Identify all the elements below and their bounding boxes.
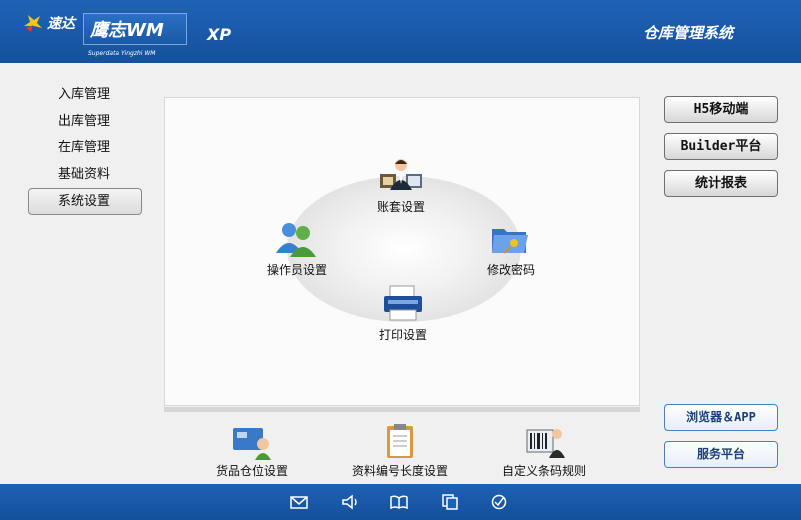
- print-settings-function[interactable]: 打印设置: [379, 284, 427, 343]
- logo-star-icon: [24, 15, 42, 32]
- app-footer: [0, 484, 801, 520]
- brand-name: 速达: [47, 16, 75, 32]
- code-length-label: 资料编号长度设置: [352, 464, 449, 478]
- location-card-icon: [233, 428, 271, 460]
- statistics-report-button[interactable]: 统计报表: [664, 170, 778, 197]
- product-logo: 鹰志WM Superdata Yingzhi WM: [83, 13, 187, 57]
- speaker-icon[interactable]: [341, 494, 359, 510]
- sidebar-item-inbound[interactable]: 入库管理: [28, 82, 142, 109]
- change-password-label: 修改密码: [487, 263, 536, 277]
- goods-location-label: 货品仓位设置: [216, 464, 289, 478]
- book-icon[interactable]: [390, 494, 408, 510]
- barcode-rule-shortcut[interactable]: 自定义条码规则: [502, 422, 586, 479]
- app-header: 速达 鹰志WM Superdata Yingzhi WM XP 仓库管理系统: [0, 0, 801, 63]
- goods-location-shortcut[interactable]: 货品仓位设置: [216, 422, 288, 479]
- change-password-function[interactable]: 修改密码: [487, 219, 535, 278]
- product-name: 鹰志WM: [90, 20, 164, 41]
- folder-key-icon: [492, 229, 528, 254]
- code-length-shortcut[interactable]: 资料编号长度设置: [352, 422, 448, 479]
- system-title: 仓库管理系统: [642, 24, 733, 42]
- barcode-person-icon: [526, 429, 565, 458]
- h5-mobile-button[interactable]: H5移动端: [664, 96, 778, 123]
- check-circle-icon[interactable]: [490, 494, 508, 510]
- shortcut-row: 货品仓位设置 资料编号长度设置 自定义条码规则: [164, 412, 640, 484]
- account-set-label: 账套设置: [377, 200, 426, 214]
- sidebar-item-in-stock[interactable]: 在库管理: [28, 135, 142, 162]
- operators-label: 操作员设置: [267, 263, 328, 277]
- print-settings-label: 打印设置: [379, 328, 428, 342]
- superdata-logo: 速达: [22, 12, 75, 34]
- printer-icon: [384, 285, 422, 321]
- copy-icon[interactable]: [441, 494, 459, 510]
- operators-function[interactable]: 操作员设置: [267, 219, 327, 278]
- product-subtitle: Superdata Yingzhi WM: [88, 50, 156, 57]
- main-panel: 账套设置 操作员设置 修改密码 打印设置: [164, 97, 640, 406]
- sidebar-item-outbound[interactable]: 出库管理: [28, 109, 142, 136]
- sidebar-item-basic-data[interactable]: 基础资料: [28, 162, 142, 189]
- clipboard-icon: [387, 424, 413, 458]
- sidebar-item-system-settings[interactable]: 系统设置: [28, 188, 142, 215]
- account-set-icon: [380, 159, 422, 190]
- sidebar-nav: 入库管理 出库管理 在库管理 基础资料 系统设置: [28, 82, 142, 215]
- mail-icon[interactable]: [290, 494, 308, 510]
- barcode-rule-label: 自定义条码规则: [502, 464, 587, 478]
- builder-platform-button[interactable]: Builder平台: [664, 133, 778, 160]
- account-set-function[interactable]: 账套设置: [377, 156, 425, 215]
- version-label: XP: [207, 25, 232, 44]
- browser-app-button[interactable]: 浏览器＆APP: [664, 404, 778, 431]
- service-platform-button[interactable]: 服务平台: [664, 441, 778, 468]
- operators-icon: [276, 223, 316, 257]
